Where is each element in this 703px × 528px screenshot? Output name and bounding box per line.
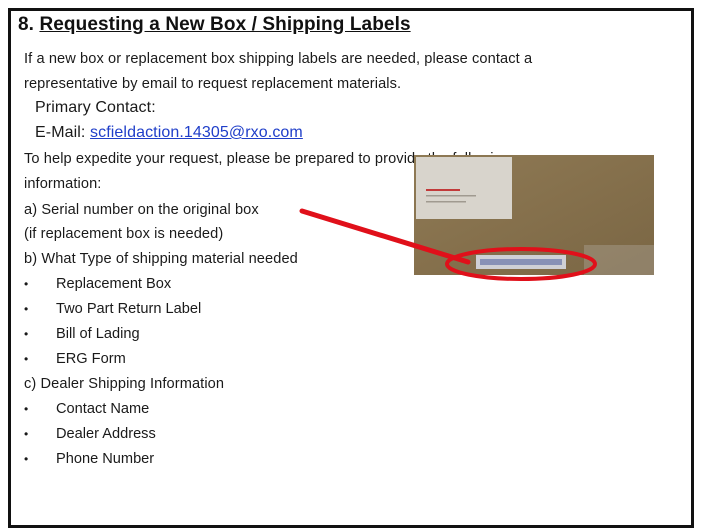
label-print-mark	[426, 195, 476, 197]
bullet-icon: •	[24, 302, 29, 316]
intro-text-line-1: If a new box or replacement box shipping…	[24, 51, 533, 67]
email-line: E-Mail: scfieldaction.14305@rxo.com	[35, 124, 303, 142]
expedite-text-line-2: information:	[24, 176, 102, 192]
intro-text-line-2: representative by email to request repla…	[24, 76, 402, 92]
item-a-serial-number: a) Serial number on the original box	[24, 202, 259, 218]
bullet-icon: •	[24, 452, 29, 466]
bullet-icon: •	[24, 277, 29, 291]
section-number: 8.	[18, 14, 35, 35]
box-serial-label-photo	[414, 155, 654, 275]
list-item-dealer-address: Dealer Address	[56, 426, 156, 442]
label-print-mark	[426, 201, 466, 203]
barcode-icon	[480, 259, 562, 265]
bullet-icon: •	[24, 427, 29, 441]
list-item-return-label: Two Part Return Label	[56, 301, 202, 317]
box-highlight	[584, 245, 654, 275]
item-c-dealer-info: c) Dealer Shipping Information	[24, 376, 225, 392]
list-item-replacement-box: Replacement Box	[56, 276, 172, 292]
section-title: Requesting a New Box / Shipping Labels	[39, 14, 411, 35]
list-item-phone-number: Phone Number	[56, 451, 155, 467]
list-item-bill-of-lading: Bill of Lading	[56, 326, 140, 342]
bullet-icon: •	[24, 327, 29, 341]
bullet-icon: •	[24, 402, 29, 416]
item-b-shipping-material: b) What Type of shipping material needed	[24, 251, 298, 267]
email-label: E-Mail:	[35, 124, 86, 141]
primary-contact-label: Primary Contact:	[35, 99, 156, 116]
email-link[interactable]: scfieldaction.14305@rxo.com	[90, 124, 303, 141]
list-item-contact-name: Contact Name	[56, 401, 150, 417]
item-a-note: (if replacement box is needed)	[24, 226, 224, 242]
list-item-erg-form: ERG Form	[56, 351, 126, 367]
label-print-mark	[426, 189, 460, 191]
bullet-icon: •	[24, 352, 29, 366]
section-heading: 8. Requesting a New Box / Shipping Label…	[18, 13, 411, 37]
shipping-label-sticker	[416, 157, 512, 219]
